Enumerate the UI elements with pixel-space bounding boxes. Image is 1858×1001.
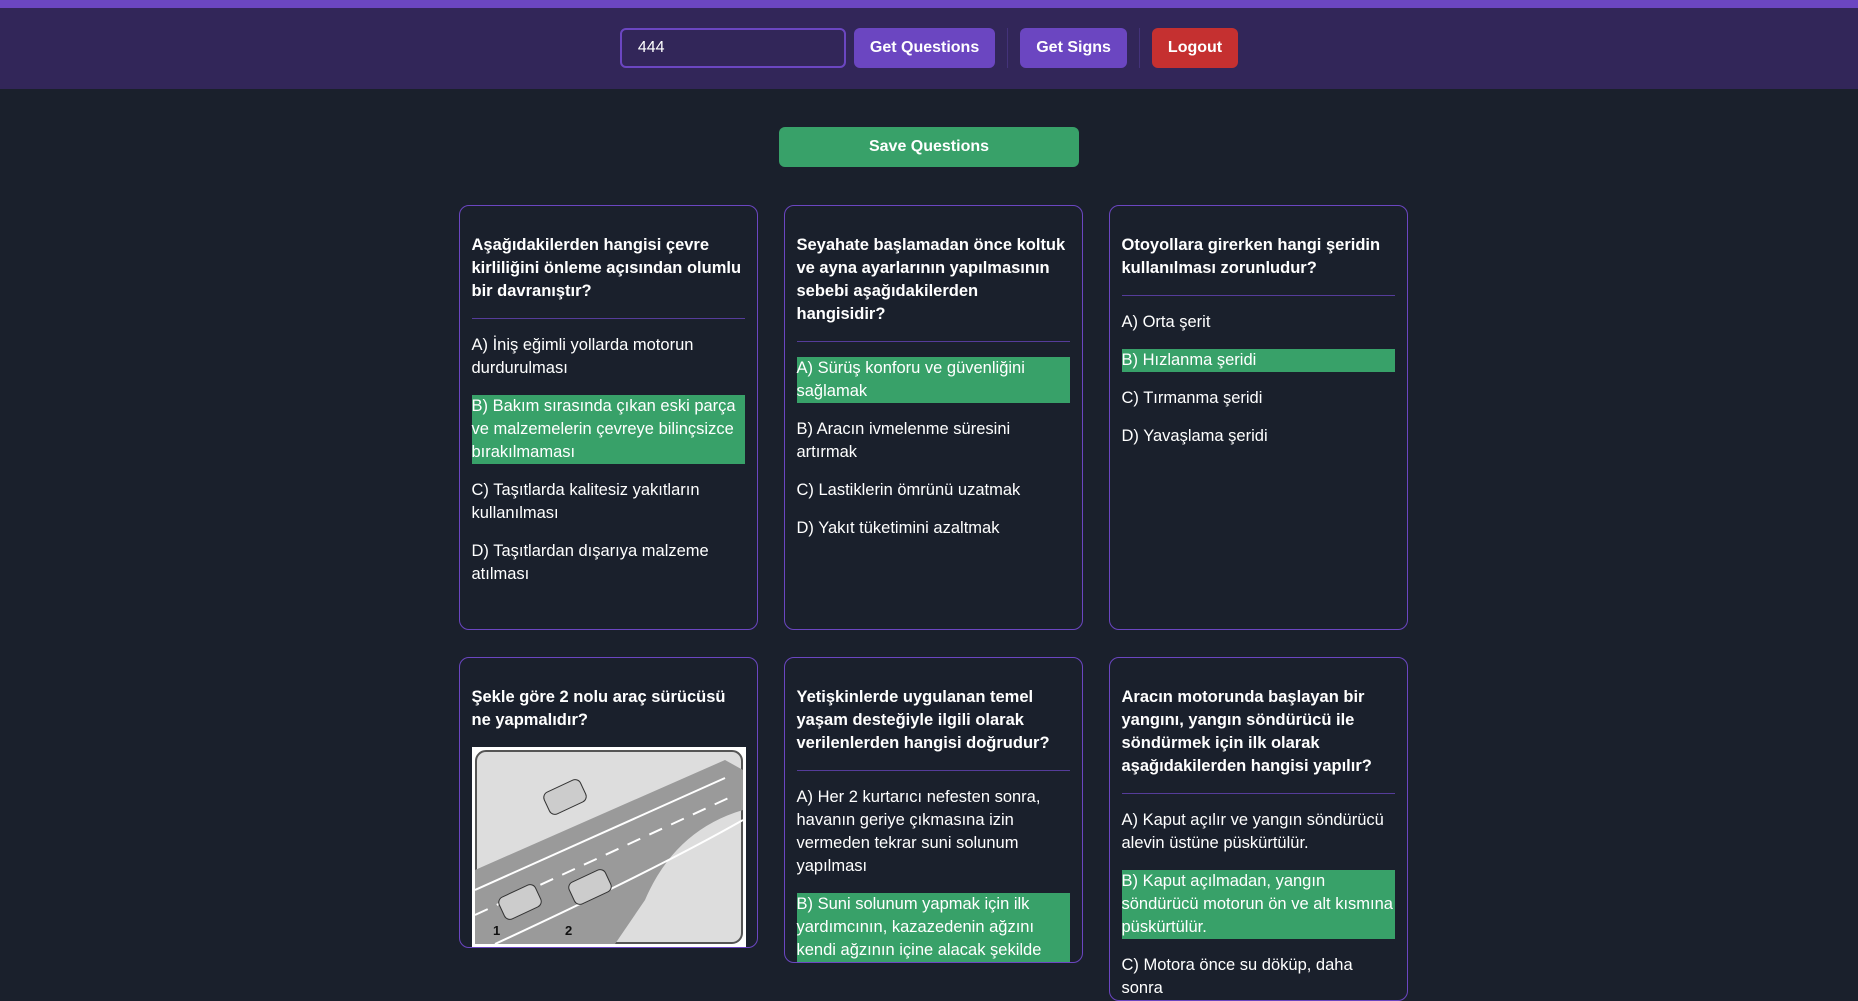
option[interactable]: C) Lastiklerin ömrünü uzatmak [797, 479, 1070, 502]
option-correct[interactable]: A) Sürüş konforu ve güvenliğini sağlamak [796, 357, 1070, 403]
question-card: Seyahate başlamadan önce koltuk ve ayna … [783, 205, 1083, 630]
question-card: Yetişkinlerde uygulanan temel yaşam dest… [783, 657, 1083, 963]
question-image: 12 [471, 747, 746, 947]
option-correct[interactable]: B) Hızlanma şeridi [1121, 349, 1395, 372]
option[interactable]: A) Her 2 kurtarıcı nefesten sonra, havan… [797, 786, 1070, 878]
question-card: Aşağıdakilerden hangisi çevre kirliliğin… [458, 205, 758, 630]
question-text: Yetişkinlerde uygulanan temel yaşam dest… [796, 686, 1070, 771]
option[interactable]: D) Yavaşlama şeridi [1122, 425, 1395, 448]
question-text: Aşağıdakilerden hangisi çevre kirliliğin… [471, 234, 745, 319]
question-card: Aracın motorunda başlayan bir yangını, y… [1108, 657, 1408, 1001]
option[interactable]: A) Orta şerit [1122, 311, 1395, 334]
logout-button[interactable]: Logout [1151, 27, 1239, 68]
question-card: Şekle göre 2 nolu araç sürücüsü ne yapma… [458, 657, 758, 948]
question-text: Aracın motorunda başlayan bir yangını, y… [1121, 686, 1395, 794]
option[interactable]: C) Motora önce su döküp, daha sonra [1122, 954, 1395, 1000]
car-label: 1 [493, 923, 500, 938]
get-questions-button[interactable]: Get Questions [853, 27, 996, 68]
option[interactable]: D) Taşıtlardan dışarıya malzeme atılması [472, 540, 745, 586]
divider [1138, 27, 1140, 68]
question-id-input[interactable] [619, 27, 846, 68]
option[interactable]: C) Taşıtlarda kalitesiz yakıtların kulla… [472, 479, 745, 525]
question-text: Otoyollara girerken hangi şeridin kullan… [1121, 234, 1395, 296]
top-accent-bar [0, 0, 1858, 8]
question-grid: Aşağıdakilerden hangisi çevre kirliliğin… [0, 205, 1858, 1001]
option[interactable]: A) Kaput açılır ve yangın söndürücü alev… [1122, 809, 1395, 855]
option-correct[interactable]: B) Suni solunum yapmak için ilk yardımcı… [796, 893, 1070, 962]
option[interactable]: B) Aracın ivmelenme süresini artırmak [797, 418, 1070, 464]
question-card: Otoyollara girerken hangi şeridin kullan… [1108, 205, 1408, 630]
get-signs-button[interactable]: Get Signs [1020, 27, 1127, 68]
option[interactable]: A) İniş eğimli yollarda motorun durdurul… [472, 334, 745, 380]
header: Get Questions Get Signs Logout [0, 8, 1858, 89]
divider [1007, 27, 1009, 68]
option[interactable]: D) Yakıt tüketimini azaltmak [797, 517, 1070, 540]
car-label: 2 [565, 923, 572, 938]
option[interactable]: C) Tırmanma şeridi [1122, 387, 1395, 410]
question-text: Şekle göre 2 nolu araç sürücüsü ne yapma… [471, 688, 726, 729]
save-questions-button[interactable]: Save Questions [779, 127, 1079, 167]
option-correct[interactable]: B) Bakım sırasında çıkan eski parça ve m… [471, 395, 745, 464]
question-text: Seyahate başlamadan önce koltuk ve ayna … [796, 234, 1070, 342]
option-correct[interactable]: B) Kaput açılmadan, yangın söndürücü mot… [1121, 870, 1395, 939]
